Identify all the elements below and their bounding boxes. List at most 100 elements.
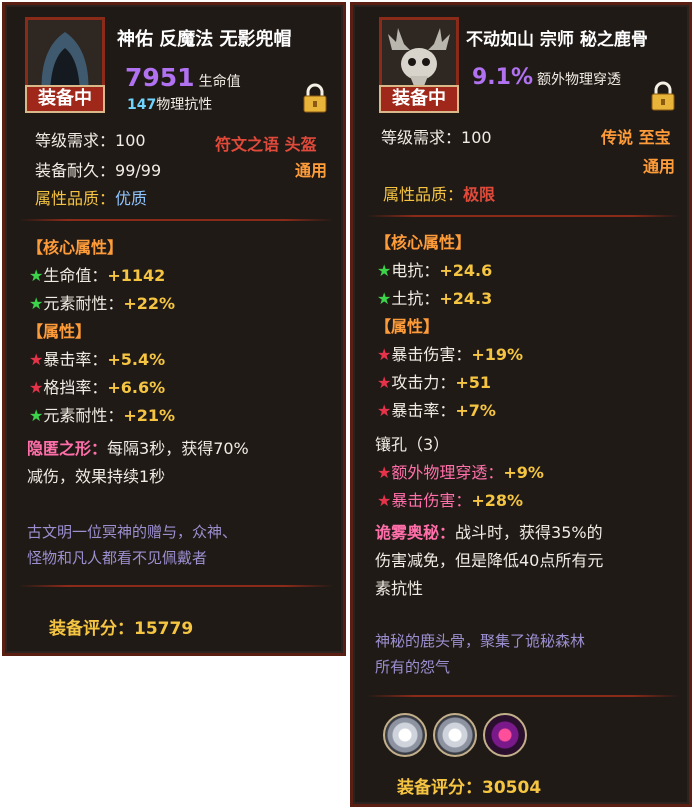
level-value: 100 (115, 131, 146, 150)
usage-tag: 通用 (643, 157, 676, 176)
attr-label: 攻击力： (391, 373, 456, 392)
socket-label: 额外物理穿透： (391, 463, 504, 482)
item-name: 神佑 反魔法 无影兜帽 (117, 29, 292, 50)
attr-label: 元素耐性： (43, 406, 124, 425)
core-stat-label: 元素耐性： (43, 294, 124, 313)
core-stat-value: +22% (123, 294, 176, 313)
diamond-gem-icon[interactable] (433, 713, 477, 757)
skill-desc: 减伤，效果持续1秒 (27, 467, 166, 486)
quality-label: 属性品质： (35, 189, 116, 208)
durability-label: 装备耐久： (35, 161, 116, 180)
lore-line: 神秘的鹿头骨，聚集了诡秘森林 (375, 632, 586, 650)
rune-text: 符文之语 (215, 135, 280, 154)
lore-text: 古文明一位冥神的赠与，众神、 怪物和凡人都看不见佩戴者 (27, 519, 237, 571)
skill-desc: 每隔3秒，获得70% (107, 439, 249, 458)
equipped-badge: 装备中 (25, 85, 105, 113)
attr-value: +51 (455, 373, 492, 392)
star-icon: ★ (29, 378, 44, 397)
main-stat: 7951 生命值 (125, 63, 241, 92)
core-title: 【核心属性】 (27, 238, 124, 257)
attr-value: +7% (455, 401, 496, 420)
attr-label: 格挡率： (43, 378, 108, 397)
attr-stat: ★暴击率：+7% (377, 397, 496, 421)
slot-text: 头盔 (284, 135, 317, 154)
lock-icon[interactable] (649, 81, 677, 111)
skill-name: 诡雾奥秘： (375, 523, 456, 542)
lore-line: 所有的怨气 (375, 658, 451, 676)
item-card-antler[interactable]: 装备中 不动如山 宗师 秘之鹿骨 9.1% 额外物理穿透 等级需求：100 传说 … (350, 2, 692, 807)
main-stat-label: 额外物理穿透 (537, 72, 622, 88)
core-stat: ★土抗：+24.3 (377, 285, 492, 309)
main-stat: 9.1% 额外物理穿透 (472, 65, 621, 90)
level-label: 等级需求： (381, 128, 462, 147)
core-stat: ★电抗：+24.6 (377, 257, 492, 281)
durability: 装备耐久：99/99 (35, 157, 161, 181)
divider (19, 585, 333, 587)
star-icon: ★ (377, 491, 392, 510)
attr-title: 【属性】 (375, 317, 440, 336)
core-stat-label: 电抗： (391, 261, 440, 280)
socket-stat: ★额外物理穿透：+9% (377, 459, 544, 483)
level-requirement: 等级需求：100 (381, 124, 492, 148)
equipped-badge: 装备中 (379, 85, 459, 113)
attr-stat: ★元素耐性：+21% (29, 402, 175, 426)
item-type: 符文之语 头盔 (215, 131, 317, 155)
item-name: 不动如山 宗师 秘之鹿骨 (466, 30, 648, 50)
usage-tag: 通用 (295, 161, 328, 180)
attr-title: 【属性】 (27, 322, 92, 341)
level-requirement: 等级需求：100 (35, 127, 146, 151)
lock-icon[interactable] (301, 83, 329, 113)
lore-line: 怪物和凡人都看不见佩戴者 (27, 549, 208, 567)
attr-value: +6.6% (107, 378, 166, 397)
item-portrait: 装备中 (25, 17, 105, 113)
core-stat-value: +1142 (107, 266, 166, 285)
quality-label: 属性品质： (383, 185, 464, 204)
attr-stat: ★攻击力：+51 (377, 369, 491, 393)
socket-title: 镶孔（3） (375, 435, 450, 454)
core-stat: ★生命值：+1142 (29, 262, 165, 286)
sub-stat-label: 物理抗性 (156, 97, 213, 113)
rating-label: 装备评分： (49, 619, 134, 639)
diamond-gem-icon[interactable] (383, 713, 427, 757)
divider (19, 219, 333, 221)
core-stat: ★元素耐性：+22% (29, 290, 175, 314)
rating-value: 30504 (482, 778, 542, 798)
item-type: 传说 至宝 (601, 124, 671, 148)
core-stat-value: +24.3 (439, 289, 493, 308)
rating-value: 15779 (134, 619, 194, 639)
star-icon: ★ (29, 350, 44, 369)
attr-stat: ★暴击伤害：+19% (377, 341, 523, 365)
core-stat-value: +24.6 (439, 261, 493, 280)
item-card-hood[interactable]: 装备中 神佑 反魔法 无影兜帽 7951 生命值 147物理抗性 等级需求：100… (2, 2, 346, 656)
level-value: 100 (461, 128, 492, 147)
star-icon: ★ (377, 261, 392, 280)
star-icon: ★ (377, 401, 392, 420)
rating-label: 装备评分： (397, 778, 482, 798)
sub-stat: 147物理抗性 (127, 94, 212, 114)
level-label: 等级需求： (35, 131, 116, 150)
quality: 属性品质：优质 (35, 185, 147, 209)
star-icon: ★ (377, 345, 392, 364)
star-icon: ★ (377, 373, 392, 392)
socket-label: 暴击伤害： (391, 491, 472, 510)
quality-value: 极限 (463, 185, 496, 204)
durability-value: 99/99 (115, 161, 162, 180)
core-stat-label: 土抗： (391, 289, 440, 308)
star-icon: ★ (29, 266, 44, 285)
quality-value: 优质 (115, 189, 148, 208)
item-rating: 装备评分：30504 (397, 773, 541, 798)
attr-stat: ★格挡率：+6.6% (29, 374, 165, 398)
sub-stat-value: 147 (127, 97, 157, 113)
star-icon: ★ (29, 406, 44, 425)
item-rating: 装备评分：15779 (49, 614, 193, 639)
attr-value: +19% (471, 345, 524, 364)
skill-name: 隐匿之形： (27, 439, 108, 458)
rune-gem-icon[interactable] (483, 713, 527, 757)
attr-value: +21% (123, 406, 176, 425)
main-stat-value: 7951 (125, 63, 195, 92)
lore-text: 神秘的鹿头骨，聚集了诡秘森林 所有的怨气 (375, 628, 585, 680)
star-icon: ★ (29, 294, 44, 313)
divider (367, 695, 679, 697)
socket-stat: ★暴击伤害：+28% (377, 487, 523, 511)
socket-value: +28% (471, 491, 524, 510)
